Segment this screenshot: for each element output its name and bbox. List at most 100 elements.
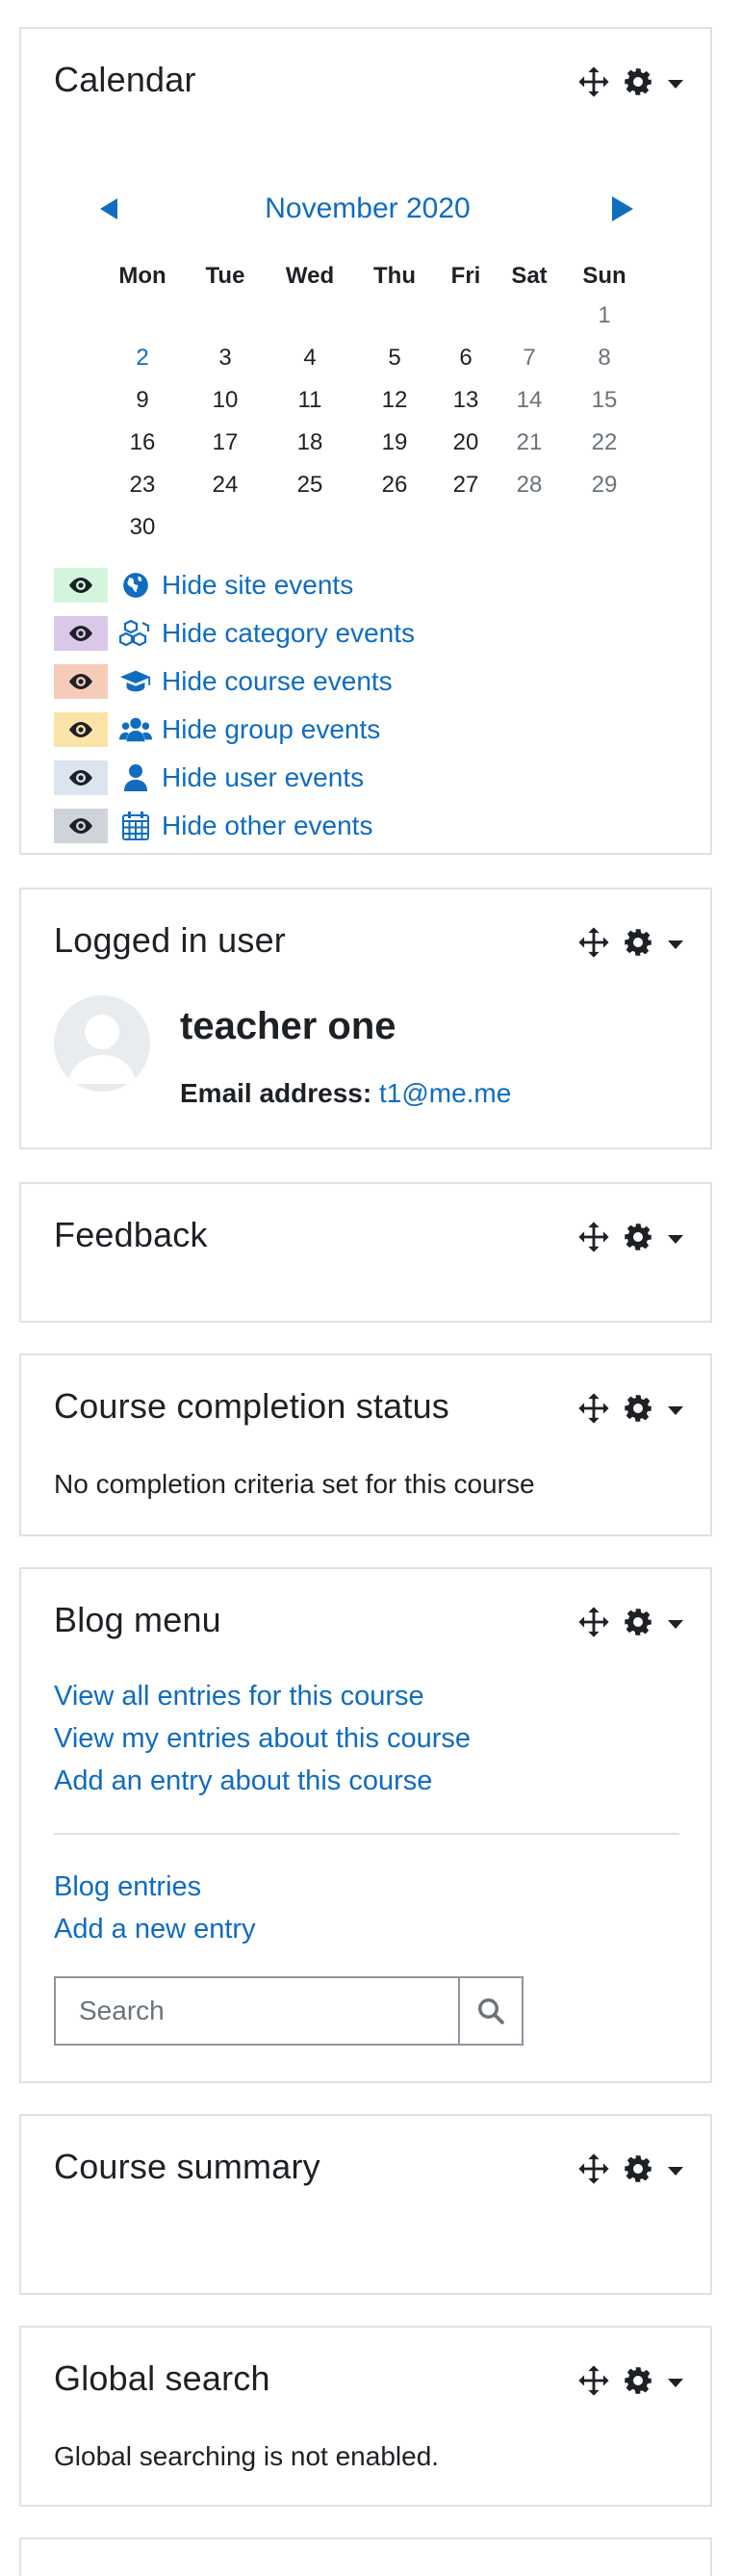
legend-item-category[interactable]: Hide category events	[54, 609, 415, 657]
event-legend: Hide site events Hide category events Hi…	[54, 561, 415, 850]
calendar-grid: Mon Tue Wed Thu Fri Sat Sun 1 2 3 4 5 6 7 8 9 10 1…	[102, 258, 645, 549]
gear-icon[interactable]	[624, 928, 652, 962]
weekday-sat: Sat	[511, 263, 548, 289]
legend-item-user[interactable]: Hide user events	[54, 754, 415, 802]
calendar-empty-cell	[268, 295, 352, 337]
calendar-empty-cell	[352, 506, 437, 549]
graduation-cap-icon	[119, 665, 152, 698]
calendar-day: 26	[381, 472, 408, 498]
calendar-day[interactable]: 2	[102, 337, 183, 379]
search-button[interactable]	[458, 1976, 524, 2046]
gear-icon[interactable]	[624, 2366, 652, 2400]
global-search-block: Global search Global searching is not en…	[19, 2326, 712, 2507]
calendar-day: 23	[129, 472, 156, 498]
legend-item-course[interactable]: Hide course events	[54, 657, 415, 706]
calendar-empty-cell	[183, 506, 268, 549]
legend-label-category[interactable]: Hide category events	[162, 618, 415, 649]
legend-label-site[interactable]: Hide site events	[162, 570, 353, 601]
course-completion-block: Course completion status No completion c…	[19, 1353, 712, 1536]
chevron-down-icon[interactable]	[668, 1620, 683, 1629]
calendar-day: 22	[591, 429, 618, 455]
move-icon[interactable]	[577, 65, 610, 103]
global-search-title: Global search	[54, 2358, 270, 2398]
email-link[interactable]: t1@me.me	[379, 1078, 511, 1108]
chevron-down-icon[interactable]	[668, 1406, 683, 1415]
calendar-day: 28	[516, 472, 543, 498]
eye-icon[interactable]	[54, 760, 108, 795]
global-search-text: Global searching is not enabled.	[54, 2441, 440, 2471]
weekday-tue: Tue	[205, 263, 245, 289]
legend-label-other[interactable]: Hide other events	[162, 811, 372, 841]
calendar-day: 14	[516, 387, 543, 413]
block-controls	[577, 2152, 683, 2190]
calendar-day: 21	[516, 429, 543, 455]
calendar-day: 27	[452, 472, 479, 498]
chevron-down-icon[interactable]	[668, 2379, 683, 2387]
legend-label-course[interactable]: Hide course events	[162, 666, 393, 697]
legend-label-group[interactable]: Hide group events	[162, 714, 380, 745]
block-controls	[577, 1221, 683, 1258]
calendar-icon	[119, 810, 152, 842]
weekday-wed: Wed	[285, 263, 335, 289]
calendar-empty-cell	[437, 506, 495, 549]
avatar[interactable]	[54, 995, 150, 1092]
calendar-day: 19	[381, 429, 408, 455]
chevron-down-icon[interactable]	[668, 940, 683, 949]
weekday-header-row: Mon Tue Wed Thu Fri Sat Sun	[102, 258, 645, 295]
user-icon	[119, 761, 152, 794]
block-controls	[577, 926, 683, 964]
legend-label-user[interactable]: Hide user events	[162, 762, 364, 793]
cubes-icon	[119, 617, 152, 650]
gear-icon[interactable]	[624, 2154, 652, 2188]
calendar-day: 8	[598, 345, 611, 371]
legend-item-other[interactable]: Hide other events	[54, 802, 415, 850]
calendar-day: 30	[129, 514, 156, 540]
divider	[54, 1833, 679, 1835]
calendar-navigation: November 2020	[21, 189, 714, 227]
gear-icon[interactable]	[624, 1223, 652, 1256]
gear-icon[interactable]	[624, 1608, 652, 1641]
gear-icon[interactable]	[624, 1394, 652, 1428]
gear-icon[interactable]	[624, 67, 652, 101]
view-my-entries-link[interactable]: View my entries about this course	[54, 1723, 471, 1755]
users-icon	[119, 713, 152, 746]
calendar-empty-cell	[102, 295, 183, 337]
calendar-month-link[interactable]: November 2020	[21, 193, 714, 225]
calendar-day: 7	[523, 345, 536, 371]
email-label: Email address:	[180, 1078, 372, 1108]
eye-icon[interactable]	[54, 616, 108, 651]
move-icon[interactable]	[577, 1606, 610, 1643]
calendar-week-row: 9 10 11 12 13 14 15	[102, 379, 645, 422]
eye-icon[interactable]	[54, 809, 108, 843]
calendar-block: Calendar November 2020 Mon Tue Wed Thu F…	[19, 27, 712, 855]
blog-entries-link[interactable]: Blog entries	[54, 1871, 201, 1903]
eye-icon[interactable]	[54, 664, 108, 699]
move-icon[interactable]	[577, 1221, 610, 1258]
move-icon[interactable]	[577, 2364, 610, 2402]
chevron-down-icon[interactable]	[668, 80, 683, 89]
add-entry-about-course-link[interactable]: Add an entry about this course	[54, 1765, 432, 1797]
eye-icon[interactable]	[54, 568, 108, 603]
chevron-down-icon[interactable]	[668, 2167, 683, 2176]
blog-search-input[interactable]	[54, 1976, 458, 2046]
calendar-empty-cell	[437, 295, 495, 337]
calendar-day: 25	[296, 472, 323, 498]
calendar-day: 13	[452, 387, 479, 413]
move-icon[interactable]	[577, 2152, 610, 2190]
add-new-entry-link[interactable]: Add a new entry	[54, 1914, 256, 1945]
calendar-day: 18	[296, 429, 323, 455]
legend-item-site[interactable]: Hide site events	[54, 561, 415, 609]
move-icon[interactable]	[577, 926, 610, 964]
legend-item-group[interactable]: Hide group events	[54, 706, 415, 754]
weekday-sun: Sun	[582, 263, 626, 289]
chevron-down-icon[interactable]	[668, 1235, 683, 1244]
weekday-mon: Mon	[118, 263, 166, 289]
view-all-entries-link[interactable]: View all entries for this course	[54, 1681, 424, 1713]
blog-menu-title: Blog menu	[54, 1600, 221, 1639]
next-month-arrow-icon[interactable]	[612, 196, 633, 221]
eye-icon[interactable]	[54, 712, 108, 747]
calendar-title: Calendar	[54, 60, 196, 99]
globe-icon	[119, 569, 152, 602]
move-icon[interactable]	[577, 1392, 610, 1430]
calendar-empty-cell	[495, 295, 564, 337]
